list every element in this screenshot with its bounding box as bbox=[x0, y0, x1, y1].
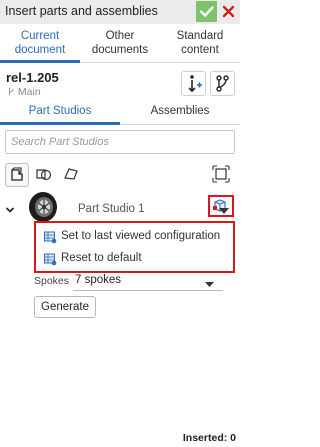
part-studio-thumbnail[interactable] bbox=[24, 189, 64, 225]
configuration-select-underline bbox=[73, 290, 223, 291]
surface-filter-icon bbox=[36, 169, 52, 181]
active-subtab-indicator bbox=[0, 122, 120, 125]
active-tab-indicator bbox=[0, 60, 80, 63]
mate-connector-filter-button[interactable] bbox=[210, 163, 234, 187]
document-branch: Main bbox=[8, 86, 41, 98]
chevron-down-icon bbox=[5, 207, 15, 213]
surface-filter-button[interactable] bbox=[32, 163, 56, 187]
version-graph-icon bbox=[216, 75, 229, 92]
checkmark-icon bbox=[199, 6, 214, 17]
tab-other-documents[interactable]: Other documents bbox=[80, 29, 160, 57]
generate-button[interactable]: Generate bbox=[34, 296, 96, 318]
tab-part-studios[interactable]: Part Studios bbox=[0, 105, 120, 117]
insert-position-icon bbox=[188, 75, 202, 93]
document-name: rel-1.205 bbox=[6, 70, 59, 85]
menu-item-reset-default[interactable]: Reset to default bbox=[44, 249, 232, 269]
source-tabs: Current document Other documents Standar… bbox=[0, 24, 240, 63]
part-studio-name: Part Studio 1 bbox=[78, 203, 145, 215]
tab-standard-content[interactable]: Standard content bbox=[160, 29, 240, 57]
caret-down-icon bbox=[219, 208, 229, 214]
branch-icon bbox=[9, 87, 14, 96]
search-input[interactable]: Search Part Studios bbox=[5, 130, 235, 154]
configuration-menu: Set to last viewed configuration Reset t… bbox=[34, 221, 235, 273]
configuration-label: Spokes bbox=[34, 275, 70, 287]
expand-toggle[interactable] bbox=[5, 203, 15, 217]
element-type-tabs: Part Studios Assemblies bbox=[0, 101, 240, 125]
search-placeholder: Search Part Studios bbox=[11, 136, 109, 148]
insert-with-position-button[interactable] bbox=[181, 71, 206, 96]
curve-filter-icon bbox=[64, 168, 78, 180]
caret-down-icon bbox=[205, 282, 214, 287]
mate-connector-icon bbox=[212, 165, 230, 183]
configuration-select-arrow[interactable] bbox=[205, 276, 214, 290]
tab-current-document[interactable]: Current document bbox=[0, 29, 80, 57]
configuration-dropdown-arrow[interactable] bbox=[219, 203, 229, 217]
dialog-header: Insert parts and assemblies bbox=[0, 0, 240, 24]
part-filter-button[interactable] bbox=[5, 163, 29, 187]
close-button[interactable] bbox=[218, 1, 239, 22]
part-filter-icon bbox=[11, 167, 23, 181]
tab-assemblies[interactable]: Assemblies bbox=[120, 105, 240, 117]
wheel-thumbnail-icon bbox=[29, 192, 57, 222]
inserted-count: Inserted: 0 bbox=[182, 432, 236, 444]
configuration-icon bbox=[44, 253, 57, 266]
configuration-select[interactable]: 7 spokes bbox=[75, 274, 121, 286]
menu-item-set-last-viewed[interactable]: Set to last viewed configuration bbox=[44, 227, 232, 247]
curve-filter-button[interactable] bbox=[60, 163, 84, 187]
configuration-icon bbox=[44, 231, 57, 244]
close-icon bbox=[222, 5, 235, 18]
accept-button[interactable] bbox=[196, 1, 217, 22]
dialog-title: Insert parts and assemblies bbox=[5, 4, 158, 18]
insert-branch-button[interactable] bbox=[210, 71, 235, 96]
